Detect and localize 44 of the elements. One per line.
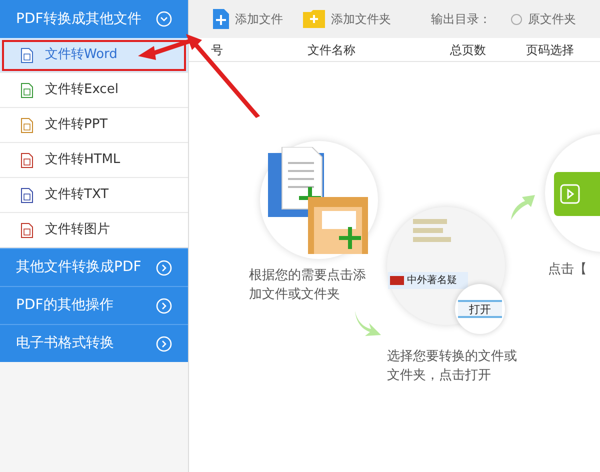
column-header: 总页数 [450, 42, 487, 58]
sidebar-item[interactable]: 文件转Word [0, 38, 188, 73]
chevron-right-icon[interactable] [156, 298, 172, 314]
section-label: 电子书格式转换 [16, 334, 114, 353]
chevron-down-icon[interactable] [156, 11, 172, 27]
add-folder-button[interactable]: 添加文件夹 [303, 10, 391, 28]
section-label: 其他文件转换成PDF [16, 258, 142, 277]
column-header: 文件名称 [307, 42, 356, 58]
sidebar-item[interactable]: 文件转HTML [0, 143, 188, 178]
document-icon [21, 82, 33, 98]
sidebar-item[interactable]: 文件转TXT [0, 178, 188, 213]
add-file-button[interactable]: 添加文件 [213, 9, 283, 29]
document-icon [21, 118, 33, 132]
section-header[interactable]: 电子书格式转换 [0, 324, 188, 362]
section-header[interactable]: PDF转换成其他文件 [0, 0, 188, 38]
pdf-icon [390, 276, 404, 285]
section-header[interactable]: 其他文件转换成PDF [0, 248, 188, 286]
section-label: PDF转换成其他文件 [16, 10, 142, 28]
output-label: 输出目录： [431, 11, 491, 28]
step-caption: 根据您的需要点击添加文件或文件夹 [249, 267, 367, 304]
section-label: PDF的其他操作 [16, 296, 114, 315]
folder-plus-icon [303, 10, 325, 28]
open-button[interactable]: 打开 [458, 300, 502, 318]
file-name-field: 中外著名疑 [388, 272, 468, 289]
step-caption: 点击【 [548, 261, 587, 279]
column-header: 页码选择 [526, 42, 575, 58]
sidebar-item[interactable]: 文件转PPT [0, 108, 188, 143]
document-icon [21, 222, 33, 238]
section-header[interactable]: PDF的其他操作 [0, 286, 188, 324]
step-caption: 选择您要转换的文件或文件夹，点击打开 [387, 348, 518, 385]
chevron-right-icon[interactable] [156, 336, 172, 352]
radio-option[interactable]: 原文件夹 [511, 10, 576, 28]
play-icon [560, 184, 580, 204]
document-icon [21, 152, 33, 168]
column-header: 号 [210, 42, 224, 58]
sidebar-item[interactable]: 文件转图片 [0, 213, 188, 248]
sidebar-item[interactable]: 文件转Excel [0, 73, 188, 108]
curved-arrow-icon [509, 195, 535, 221]
chevron-right-icon[interactable] [156, 260, 172, 276]
radio-button[interactable] [511, 14, 522, 24]
curved-arrow-icon [353, 309, 383, 337]
file-plus-icon [213, 9, 229, 29]
document-icon [21, 188, 33, 202]
document-icon [21, 48, 33, 62]
